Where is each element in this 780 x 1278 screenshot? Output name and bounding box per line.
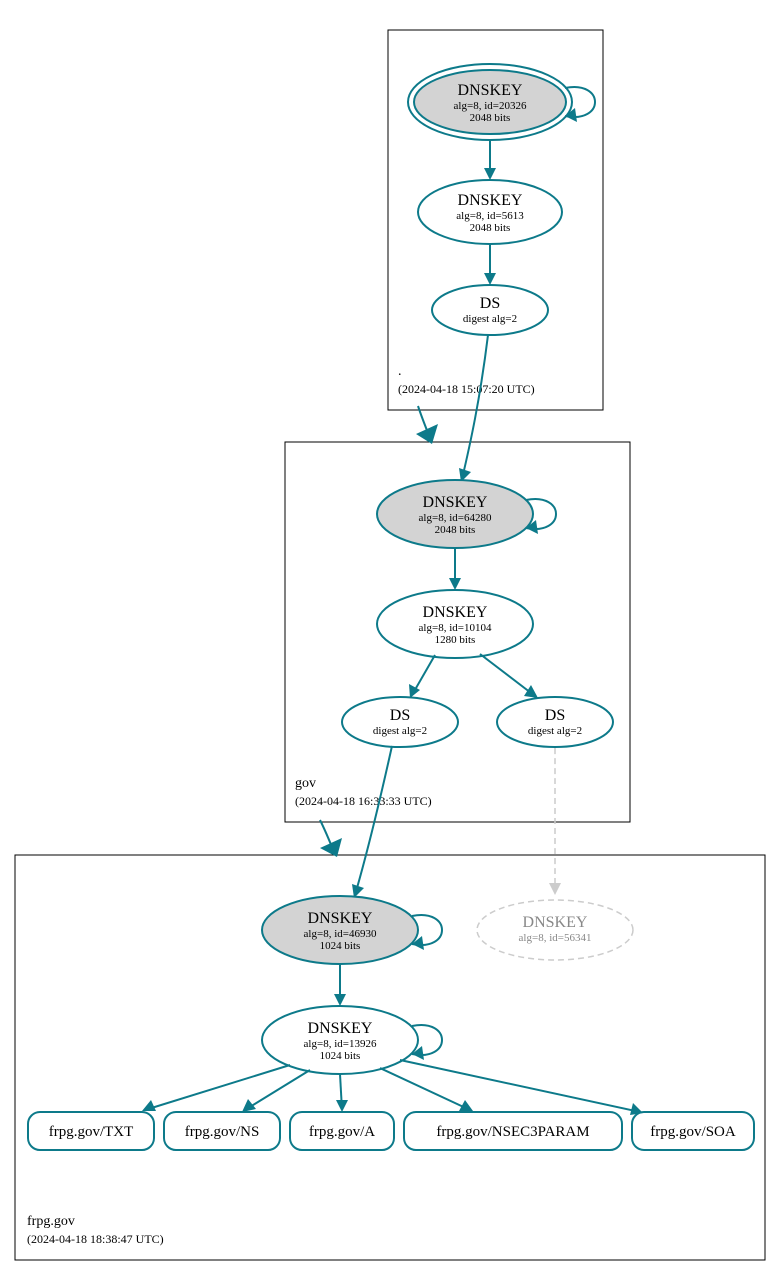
- svg-text:DNSKEY: DNSKEY: [308, 1020, 373, 1037]
- node-gov-ds-right: DS digest alg=2: [497, 697, 613, 747]
- svg-text:alg=8, id=5613: alg=8, id=5613: [456, 210, 524, 222]
- svg-text:alg=8, id=46930: alg=8, id=46930: [304, 928, 377, 940]
- node-root-ds: DS digest alg=2: [432, 285, 548, 335]
- svg-text:DNSKEY: DNSKEY: [458, 192, 523, 209]
- svg-text:alg=8, id=56341: alg=8, id=56341: [519, 932, 592, 944]
- zone-timestamp-frpg: (2024-04-18 18:38:47 UTC): [27, 1232, 164, 1246]
- node-rr-nsec3param: frpg.gov/NSEC3PARAM: [404, 1112, 622, 1150]
- node-frpg-zsk: DNSKEY alg=8, id=13926 1024 bits: [262, 1006, 418, 1074]
- svg-text:1024 bits: 1024 bits: [320, 940, 361, 952]
- svg-text:frpg.gov/NSEC3PARAM: frpg.gov/NSEC3PARAM: [436, 1124, 589, 1140]
- node-root-zsk: DNSKEY alg=8, id=5613 2048 bits: [418, 180, 562, 244]
- svg-text:DS: DS: [480, 295, 500, 312]
- svg-text:frpg.gov/A: frpg.gov/A: [309, 1124, 375, 1140]
- svg-text:2048 bits: 2048 bits: [435, 524, 476, 536]
- svg-text:frpg.gov/TXT: frpg.gov/TXT: [49, 1124, 134, 1140]
- svg-text:2048 bits: 2048 bits: [470, 112, 511, 124]
- svg-text:DS: DS: [390, 707, 410, 724]
- node-frpg-missing-key: DNSKEY alg=8, id=56341: [477, 900, 633, 960]
- svg-text:alg=8, id=10104: alg=8, id=10104: [419, 622, 492, 634]
- zone-title-root: .: [398, 364, 402, 379]
- dnssec-chain-diagram: . (2024-04-18 15:07:20 UTC) gov (2024-04…: [0, 0, 780, 1278]
- svg-text:DS: DS: [545, 707, 565, 724]
- svg-text:frpg.gov/SOA: frpg.gov/SOA: [650, 1124, 736, 1140]
- svg-text:alg=8, id=20326: alg=8, id=20326: [454, 100, 527, 112]
- svg-text:alg=8, id=64280: alg=8, id=64280: [419, 512, 492, 524]
- zone-title-frpg: frpg.gov: [27, 1214, 75, 1229]
- node-rr-ns: frpg.gov/NS: [164, 1112, 280, 1150]
- svg-text:DNSKEY: DNSKEY: [308, 910, 373, 927]
- edge-frpgzsk-txt: [145, 1065, 290, 1110]
- node-root-ksk: DNSKEY alg=8, id=20326 2048 bits: [408, 64, 572, 140]
- node-rr-soa: frpg.gov/SOA: [632, 1112, 754, 1150]
- node-rr-a: frpg.gov/A: [290, 1112, 394, 1150]
- zone-title-gov: gov: [295, 776, 316, 791]
- svg-text:alg=8, id=13926: alg=8, id=13926: [304, 1038, 377, 1050]
- svg-text:2048 bits: 2048 bits: [470, 222, 511, 234]
- node-gov-zsk: DNSKEY alg=8, id=10104 1280 bits: [377, 590, 533, 658]
- zone-timestamp-root: (2024-04-18 15:07:20 UTC): [398, 382, 535, 396]
- svg-text:digest alg=2: digest alg=2: [373, 725, 427, 737]
- svg-text:DNSKEY: DNSKEY: [458, 82, 523, 99]
- zone-timestamp-gov: (2024-04-18 16:33:33 UTC): [295, 794, 432, 808]
- svg-text:digest alg=2: digest alg=2: [528, 725, 582, 737]
- edge-frpgzsk-nsec3: [380, 1068, 470, 1110]
- svg-text:frpg.gov/NS: frpg.gov/NS: [185, 1124, 260, 1140]
- node-gov-ds-left: DS digest alg=2: [342, 697, 458, 747]
- edge-govdsleft-frpgksk: [355, 746, 392, 895]
- svg-text:1024 bits: 1024 bits: [320, 1050, 361, 1062]
- svg-text:DNSKEY: DNSKEY: [523, 914, 588, 931]
- svg-text:1280 bits: 1280 bits: [435, 634, 476, 646]
- svg-text:DNSKEY: DNSKEY: [423, 604, 488, 621]
- node-rr-txt: frpg.gov/TXT: [28, 1112, 154, 1150]
- edge-rootds-govksk: [462, 335, 488, 479]
- svg-text:DNSKEY: DNSKEY: [423, 494, 488, 511]
- edge-frpgzsk-soa: [400, 1060, 640, 1112]
- edge-govzsk-dsright: [480, 654, 535, 696]
- node-frpg-ksk: DNSKEY alg=8, id=46930 1024 bits: [262, 896, 418, 964]
- svg-text:digest alg=2: digest alg=2: [463, 313, 517, 325]
- node-gov-ksk: DNSKEY alg=8, id=64280 2048 bits: [377, 480, 533, 548]
